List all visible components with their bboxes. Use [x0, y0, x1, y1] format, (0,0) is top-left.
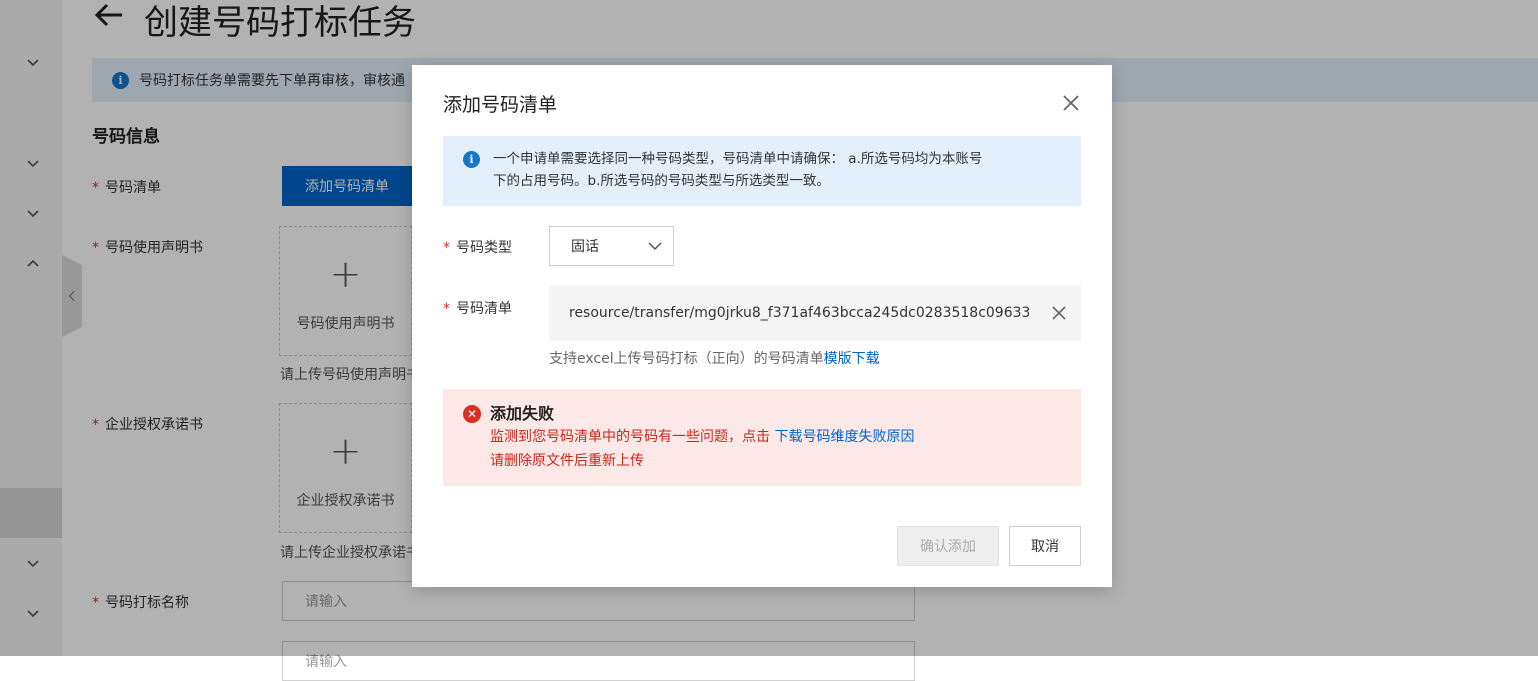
dialog-title: 添加号码清单 [443, 94, 558, 116]
notice-line: 一个申请单需要选择同一种号码类型，号码清单中请确保： a.所选号码均为本账号 [493, 151, 983, 167]
uploaded-file-item: resource/transfer/mg0jrku8_f371af463bcca… [549, 285, 1081, 341]
add-number-list-dialog: 添加号码清单 i 一个申请单需要选择同一种号码类型，号码清单中请确保： a.所选… [412, 65, 1112, 587]
number-type-select[interactable]: 固话 [549, 226, 674, 266]
cancel-button[interactable]: 取消 [1009, 526, 1081, 566]
upload-help: 支持excel上传号码打标（正向）的号码清单模版下载 [549, 351, 880, 367]
required-mark: * [443, 301, 450, 317]
dialog-notice: i 一个申请单需要选择同一种号码类型，号码清单中请确保： a.所选号码均为本账号… [443, 136, 1081, 206]
error-alert: ✕ 添加失败 监测到您号码清单中的号码有一些问题，点击 下载号码维度失败原因 请… [443, 389, 1081, 486]
chevron-down-icon [648, 242, 662, 251]
error-icon: ✕ [463, 405, 481, 423]
error-instruction: 请删除原文件后重新上传 [490, 453, 644, 469]
notice-line: 下的占用号码。b.所选号码的号码类型与所选类型一致。 [493, 173, 830, 189]
confirm-add-button[interactable]: 确认添加 [897, 526, 999, 566]
required-mark: * [443, 240, 450, 256]
select-value: 固话 [571, 239, 599, 255]
file-name: resource/transfer/mg0jrku8_f371af463bcca… [569, 305, 1029, 321]
error-message: 监测到您号码清单中的号码有一些问题，点击 下载号码维度失败原因 [490, 429, 915, 445]
close-icon[interactable] [1057, 89, 1085, 117]
remove-file-icon[interactable] [1049, 303, 1069, 323]
info-icon: i [463, 151, 480, 168]
number-type-label: * 号码类型 [443, 240, 512, 256]
number-list-label: * 号码清单 [443, 301, 512, 317]
download-failure-reason-link[interactable]: 下载号码维度失败原因 [774, 429, 914, 445]
error-title: 添加失败 [490, 404, 555, 423]
template-download-link[interactable]: 模版下载 [824, 351, 880, 367]
